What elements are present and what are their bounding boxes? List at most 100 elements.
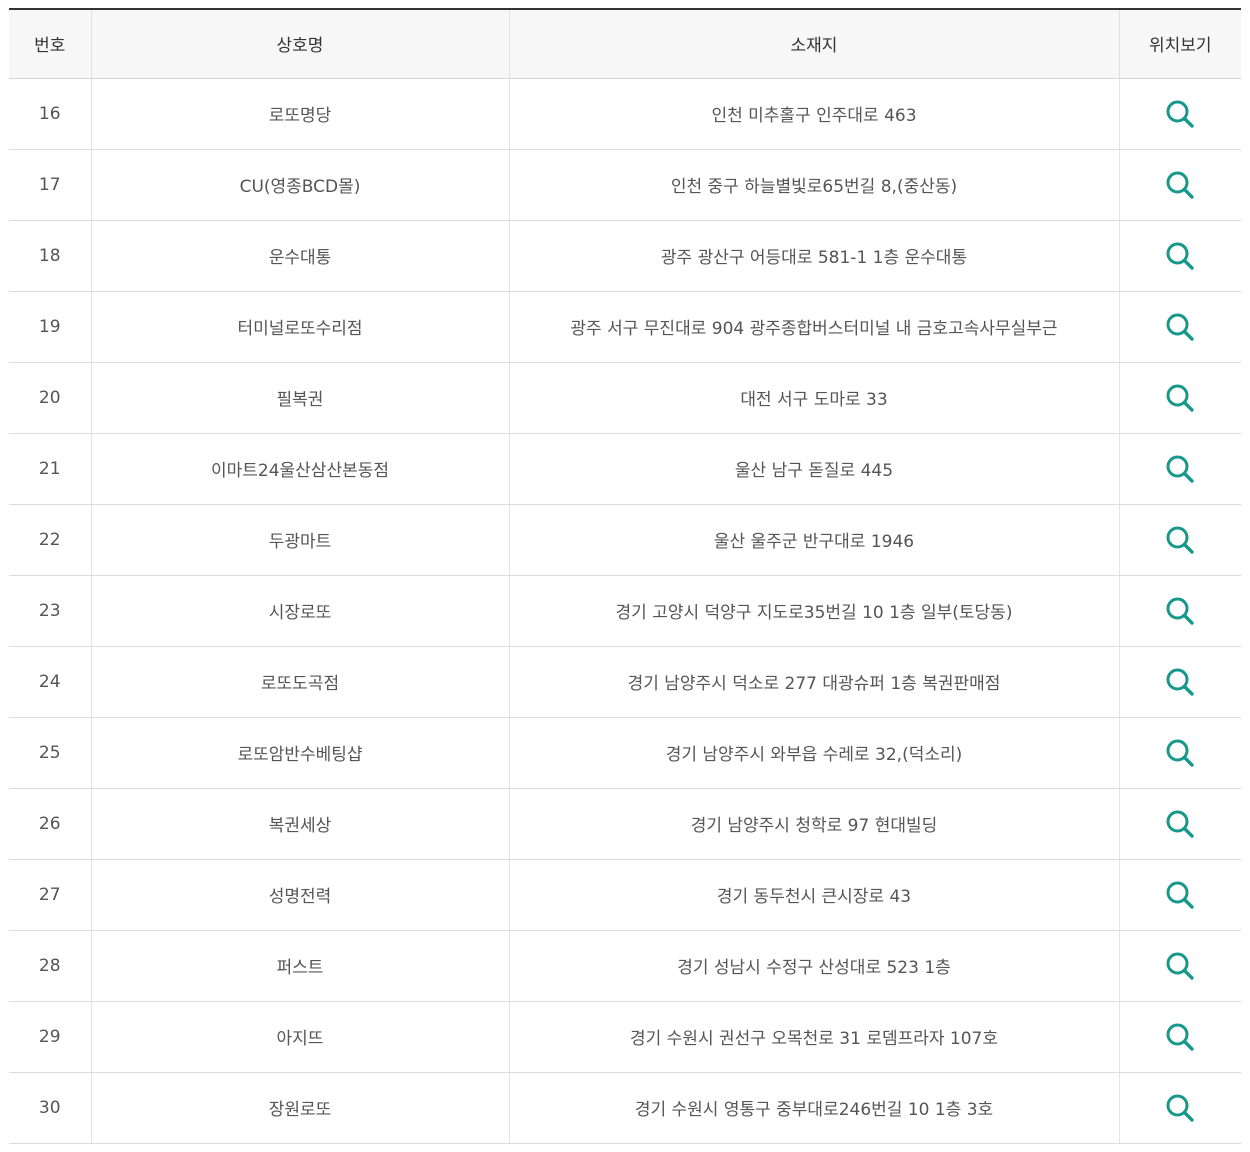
cell-store-name: 로또도곡점: [90, 646, 509, 718]
cell-store-name: 필복권: [90, 362, 509, 434]
cell-no: 27: [9, 859, 91, 931]
cell-map: [1118, 362, 1241, 434]
table-row: 28 퍼스트 경기 성남시 수정구 산성대로 523 1층: [9, 930, 1241, 1002]
search-icon: [1166, 1094, 1194, 1122]
cell-address: 경기 성남시 수정구 산성대로 523 1층: [508, 930, 1119, 1002]
search-icon: [1166, 597, 1194, 625]
cell-no: 17: [9, 149, 91, 221]
cell-map: [1118, 1072, 1241, 1144]
table-body: 16 로또명당 인천 미추홀구 인주대로 463 17 CU(영종BCD몰) 인…: [9, 78, 1241, 1144]
cell-address: 경기 고양시 덕양구 지도로35번길 10 1층 일부(토당동): [508, 575, 1119, 647]
cell-map: [1118, 78, 1241, 150]
cell-address: 경기 수원시 영통구 중부대로246번길 10 1층 3호: [508, 1072, 1119, 1144]
cell-address: 경기 남양주시 와부읍 수레로 32,(덕소리): [508, 717, 1119, 789]
table-row: 29 아지뜨 경기 수원시 권선구 오목천로 31 로뎀프라자 107호: [9, 1001, 1241, 1073]
cell-map: [1118, 646, 1241, 718]
cell-map: [1118, 859, 1241, 931]
cell-map: [1118, 433, 1241, 505]
search-icon: [1166, 668, 1194, 696]
search-icon: [1166, 455, 1194, 483]
view-location-button[interactable]: [1164, 382, 1196, 414]
cell-store-name: 복권세상: [90, 788, 509, 860]
column-header-name: 상호명: [90, 8, 509, 79]
cell-no: 18: [9, 220, 91, 292]
search-icon: [1166, 952, 1194, 980]
view-location-button[interactable]: [1164, 950, 1196, 982]
view-location-button[interactable]: [1164, 1021, 1196, 1053]
table-row: 24 로또도곡점 경기 남양주시 덕소로 277 대광슈퍼 1층 복권판매점: [9, 646, 1241, 718]
cell-store-name: CU(영종BCD몰): [90, 149, 509, 221]
view-location-button[interactable]: [1164, 98, 1196, 130]
search-icon: [1166, 526, 1194, 554]
view-location-button[interactable]: [1164, 311, 1196, 343]
view-location-button[interactable]: [1164, 524, 1196, 556]
cell-no: 19: [9, 291, 91, 363]
cell-map: [1118, 1001, 1241, 1073]
view-location-button[interactable]: [1164, 453, 1196, 485]
cell-store-name: 아지뜨: [90, 1001, 509, 1073]
cell-store-name: 성명전력: [90, 859, 509, 931]
cell-no: 25: [9, 717, 91, 789]
cell-address: 경기 남양주시 청학로 97 현대빌딩: [508, 788, 1119, 860]
cell-map: [1118, 717, 1241, 789]
view-location-button[interactable]: [1164, 169, 1196, 201]
view-location-button[interactable]: [1164, 1092, 1196, 1124]
table-row: 27 성명전력 경기 동두천시 큰시장로 43: [9, 859, 1241, 931]
search-icon: [1166, 384, 1194, 412]
cell-address: 경기 수원시 권선구 오목천로 31 로뎀프라자 107호: [508, 1001, 1119, 1073]
search-icon: [1166, 100, 1194, 128]
cell-no: 26: [9, 788, 91, 860]
cell-store-name: 이마트24울산삼산본동점: [90, 433, 509, 505]
view-location-button[interactable]: [1164, 737, 1196, 769]
search-icon: [1166, 313, 1194, 341]
cell-map: [1118, 930, 1241, 1002]
cell-address: 인천 미추홀구 인주대로 463: [508, 78, 1119, 150]
column-header-map: 위치보기: [1118, 8, 1241, 79]
cell-store-name: 로또명당: [90, 78, 509, 150]
view-location-button[interactable]: [1164, 595, 1196, 627]
table-header: 번호 상호명 소재지 위치보기: [9, 8, 1241, 79]
cell-address: 경기 남양주시 덕소로 277 대광슈퍼 1층 복권판매점: [508, 646, 1119, 718]
store-list-table: 번호 상호명 소재지 위치보기 16 로또명당 인천 미추홀구 인주대로 463…: [9, 8, 1241, 1144]
table-row: 25 로또암반수베팅샵 경기 남양주시 와부읍 수레로 32,(덕소리): [9, 717, 1241, 789]
table-row: 30 장원로또 경기 수원시 영통구 중부대로246번길 10 1층 3호: [9, 1072, 1241, 1144]
cell-address: 울산 남구 돋질로 445: [508, 433, 1119, 505]
cell-no: 21: [9, 433, 91, 505]
view-location-button[interactable]: [1164, 808, 1196, 840]
table-row: 16 로또명당 인천 미추홀구 인주대로 463: [9, 78, 1241, 150]
view-location-button[interactable]: [1164, 666, 1196, 698]
table-row: 18 운수대통 광주 광산구 어등대로 581-1 1층 운수대통: [9, 220, 1241, 292]
cell-no: 29: [9, 1001, 91, 1073]
view-location-button[interactable]: [1164, 879, 1196, 911]
cell-no: 22: [9, 504, 91, 576]
view-location-button[interactable]: [1164, 240, 1196, 272]
cell-address: 대전 서구 도마로 33: [508, 362, 1119, 434]
cell-store-name: 터미널로또수리점: [90, 291, 509, 363]
column-header-address: 소재지: [508, 8, 1119, 79]
table-row: 19 터미널로또수리점 광주 서구 무진대로 904 광주종합버스터미널 내 금…: [9, 291, 1241, 363]
table-row: 21 이마트24울산삼산본동점 울산 남구 돋질로 445: [9, 433, 1241, 505]
cell-address: 광주 광산구 어등대로 581-1 1층 운수대통: [508, 220, 1119, 292]
cell-map: [1118, 149, 1241, 221]
cell-store-name: 두광마트: [90, 504, 509, 576]
table-header-row: 번호 상호명 소재지 위치보기: [9, 8, 1241, 79]
cell-no: 23: [9, 575, 91, 647]
table-row: 22 두광마트 울산 울주군 반구대로 1946: [9, 504, 1241, 576]
cell-no: 24: [9, 646, 91, 718]
cell-no: 30: [9, 1072, 91, 1144]
search-icon: [1166, 881, 1194, 909]
cell-address: 광주 서구 무진대로 904 광주종합버스터미널 내 금호고속사무실부근: [508, 291, 1119, 363]
cell-address: 인천 중구 하늘별빛로65번길 8,(중산동): [508, 149, 1119, 221]
cell-store-name: 시장로또: [90, 575, 509, 647]
cell-store-name: 퍼스트: [90, 930, 509, 1002]
search-icon: [1166, 739, 1194, 767]
cell-no: 28: [9, 930, 91, 1002]
cell-store-name: 로또암반수베팅샵: [90, 717, 509, 789]
table-row: 17 CU(영종BCD몰) 인천 중구 하늘별빛로65번길 8,(중산동): [9, 149, 1241, 221]
cell-no: 20: [9, 362, 91, 434]
table-row: 23 시장로또 경기 고양시 덕양구 지도로35번길 10 1층 일부(토당동): [9, 575, 1241, 647]
cell-no: 16: [9, 78, 91, 150]
table-row: 20 필복권 대전 서구 도마로 33: [9, 362, 1241, 434]
cell-address: 울산 울주군 반구대로 1946: [508, 504, 1119, 576]
cell-store-name: 운수대통: [90, 220, 509, 292]
